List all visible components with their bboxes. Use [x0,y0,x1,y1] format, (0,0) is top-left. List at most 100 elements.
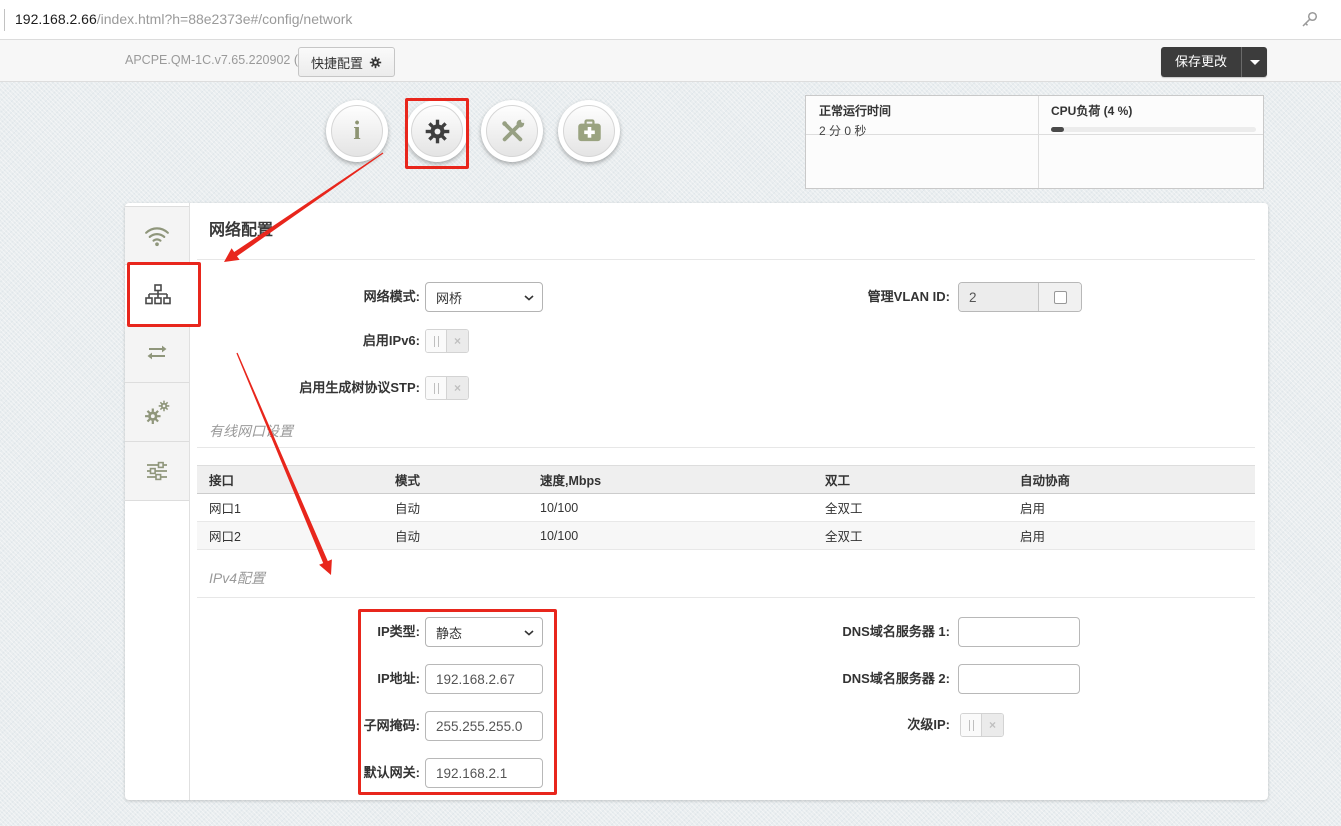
pause-bars-icon [434,336,439,347]
gateway-input[interactable] [425,758,543,788]
toggle-off-half: × [447,330,468,352]
wired-ports-section-title: 有线网口设置 [209,421,293,441]
firmware-version: APCPE.QM-1C.v7.65.220902 [125,53,290,67]
divider [197,259,1255,260]
toggle-on-half [961,714,982,736]
stp-label: 启用生成树协议STP: [150,376,420,400]
uptime-block: 正常运行时间 2 分 0 秒 [819,102,891,139]
url-path: /index.html?h=88e2373e#/config/network [97,11,353,27]
gear-icon [424,118,451,145]
cpu-load-label: CPU负荷 (4 %) [1051,102,1251,119]
save-split-button: 保存更改 [1161,47,1267,77]
quick-config-button[interactable]: 快捷配置 [298,47,395,77]
divider [197,447,1255,448]
quick-config-label: 快捷配置 [311,53,363,72]
firstaid-tab-button[interactable] [558,100,620,162]
tools-circle [486,105,538,157]
router-config-screen: 192.168.2.66/index.html?h=88e2373e#/conf… [0,0,1341,826]
ip-type-label: IP类型: [150,618,420,646]
sidebar-item-wireless[interactable] [125,206,189,265]
sidebar-item-system[interactable] [125,442,189,501]
uptime-label: 正常运行时间 [819,102,891,119]
cell-interface: 网口1 [197,494,383,522]
url-text: 192.168.2.66/index.html?h=88e2373e#/conf… [15,0,352,39]
tools-icon [499,118,526,145]
vlan-id-label: 管理VLAN ID: [690,283,950,311]
ip-address-label: IP地址: [150,665,420,693]
toggle-on-half [426,377,447,399]
cell-speed: 10/100 [528,522,813,550]
save-button[interactable]: 保存更改 [1161,47,1241,77]
page-title: 网络配置 [209,216,273,240]
url-host: 192.168.2.66 [15,11,97,27]
wifi-icon [144,223,170,249]
dns2-input[interactable] [958,664,1080,694]
key-icon[interactable] [1299,10,1319,30]
divider [197,597,1255,598]
firmware-line: APCPE.QM-1C.v7.65.220902 (升级) [125,40,327,81]
cursor-divider [4,9,5,31]
settings-circle [411,105,463,157]
cell-mode: 自动 [383,494,528,522]
toggle-off-half: × [982,714,1003,736]
cell-interface: 网口2 [197,522,383,550]
pause-bars-icon [434,383,439,394]
dns1-input[interactable] [958,617,1080,647]
vlan-checkbox-addon [1038,283,1081,311]
chevron-down-icon [524,295,534,301]
firstaid-circle [563,105,615,157]
caret-down-icon [1250,60,1260,65]
status-vertical-divider [1038,96,1039,188]
netmask-input[interactable] [425,711,543,741]
cell-autoneg: 启用 [1008,522,1255,550]
stp-toggle[interactable]: × [425,376,469,400]
cogs-icon [143,398,171,426]
secondary-ip-label: 次级IP: [690,713,950,737]
cell-duplex: 全双工 [813,522,1008,550]
first-aid-kit-icon [576,118,603,145]
settings-tab-button[interactable] [406,100,468,162]
dns1-label: DNS域名服务器 1: [690,618,950,646]
network-mode-label: 网络模式: [150,283,420,311]
col-mode: 模式 [383,466,528,494]
secondary-ip-toggle[interactable]: × [960,713,1004,737]
ipv4-section-title: IPv4配置 [209,568,265,588]
sliders-icon [145,459,169,483]
gateway-label: 默认网关: [150,759,420,787]
ipv6-label: 启用IPv6: [150,329,420,353]
cpu-progress-fill [1051,127,1064,132]
col-speed: 速度,Mbps [528,466,813,494]
vlan-id-group [958,282,1082,312]
cpu-block: CPU负荷 (4 %) [1051,102,1251,132]
toggle-on-half [426,330,447,352]
netmask-label: 子网掩码: [150,712,420,740]
table-row: 网口1 自动 10/100 全双工 启用 [197,494,1255,522]
status-panel: 正常运行时间 2 分 0 秒 CPU负荷 (4 %) 网口1: 100M自适应/… [805,95,1264,189]
info-icon: i [353,118,360,144]
network-mode-select[interactable]: 网桥 [425,282,543,312]
col-autoneg: 自动协商 [1008,466,1255,494]
cell-duplex: 全双工 [813,494,1008,522]
ip-address-input[interactable] [425,664,543,694]
save-dropdown-button[interactable] [1241,47,1267,77]
cell-speed: 10/100 [528,494,813,522]
browser-address-bar[interactable]: 192.168.2.66/index.html?h=88e2373e#/conf… [0,0,1341,40]
network-mode-value: 网桥 [436,288,462,307]
info-tab-button[interactable]: i [326,100,388,162]
ip-type-select[interactable]: 静态 [425,617,543,647]
cpu-progress-track [1051,127,1256,132]
app-header: APCPE.QM-1C.v7.65.220902 (升级) 快捷配置 保存更改 [0,40,1341,82]
chevron-down-icon [524,630,534,636]
col-interface: 接口 [197,466,383,494]
vlan-checkbox[interactable] [1054,291,1067,304]
vlan-id-input[interactable] [959,283,1038,311]
cell-autoneg: 启用 [1008,494,1255,522]
pause-bars-icon [969,720,974,731]
info-circle: i [331,105,383,157]
table-row: 网口2 自动 10/100 全双工 启用 [197,522,1255,550]
cell-mode: 自动 [383,522,528,550]
gear-icon [369,56,382,69]
toggle-off-half: × [447,377,468,399]
ipv6-toggle[interactable]: × [425,329,469,353]
tools-tab-button[interactable] [481,100,543,162]
